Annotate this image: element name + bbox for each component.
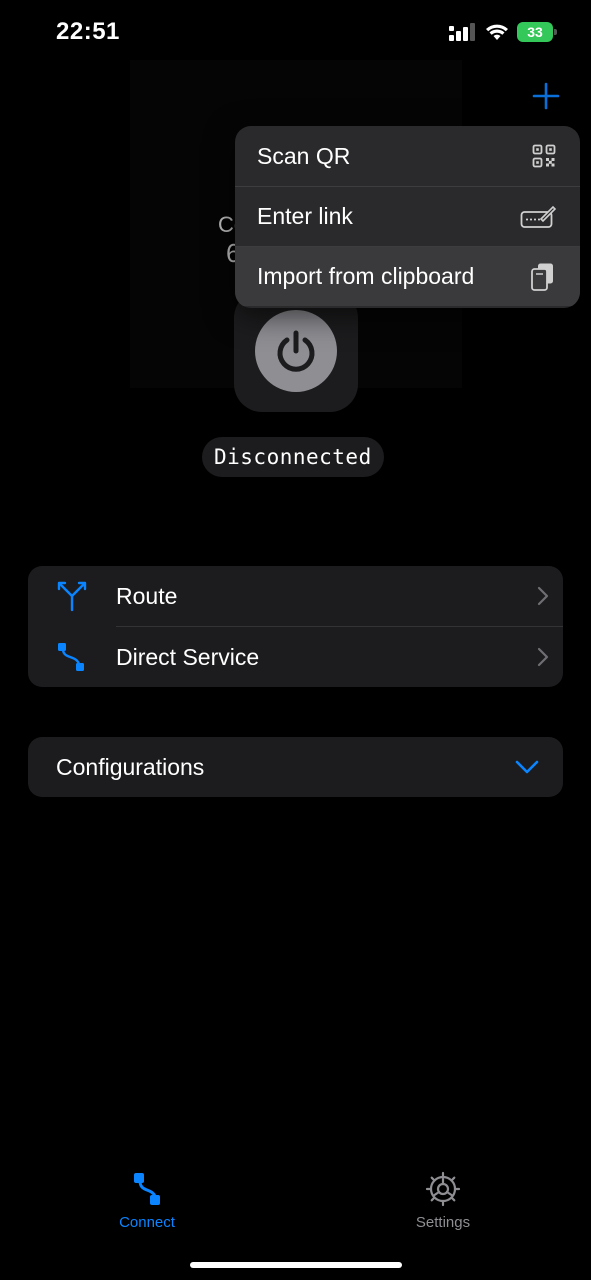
menu-item-label: Import from clipboard xyxy=(257,263,475,289)
power-icon xyxy=(277,330,315,372)
menu-item-label: Enter link xyxy=(257,203,353,229)
menu-item-import-clipboard[interactable]: Import from clipboard xyxy=(235,246,580,306)
chevron-right-icon xyxy=(537,647,549,667)
configurations-section[interactable]: Configurations xyxy=(28,737,563,797)
power-button[interactable] xyxy=(255,310,337,392)
configurations-label: Configurations xyxy=(56,753,205,780)
menu-item-scan-qr[interactable]: Scan QR xyxy=(235,126,580,186)
status-icons: 33 xyxy=(449,22,557,42)
direct-path-icon xyxy=(58,643,84,671)
connection-status-badge: Disconnected xyxy=(202,437,384,477)
gear-icon xyxy=(425,1171,461,1207)
chevron-right-icon xyxy=(537,586,549,606)
list-item-label: Direct Service xyxy=(116,643,260,670)
status-time: 22:51 xyxy=(56,18,120,45)
qr-code-icon xyxy=(532,144,556,168)
tab-settings[interactable]: Settings xyxy=(383,1170,503,1231)
add-plus-icon[interactable] xyxy=(528,78,564,114)
keyboard-link-icon xyxy=(520,205,556,228)
routing-list: Route Direct Service xyxy=(28,566,563,687)
list-item-route[interactable]: Route xyxy=(28,566,563,627)
tab-label: Connect xyxy=(119,1214,175,1231)
menu-item-label: Scan QR xyxy=(257,142,351,169)
wifi-icon xyxy=(486,24,508,40)
cellular-signal-icon xyxy=(449,23,475,41)
route-split-icon xyxy=(57,581,87,612)
add-config-menu: Scan QR Enter link Import from clipboard xyxy=(235,126,580,308)
list-item-direct-service[interactable]: Direct Service xyxy=(28,627,563,687)
chevron-down-icon[interactable] xyxy=(515,760,539,774)
list-item-label: Route xyxy=(116,582,178,609)
clipboard-icon xyxy=(531,263,553,291)
connect-path-icon xyxy=(134,1173,160,1205)
battery-indicator: 33 xyxy=(517,22,557,42)
home-indicator[interactable] xyxy=(190,1262,402,1268)
tab-connect[interactable]: Connect xyxy=(87,1170,207,1231)
tab-label: Settings xyxy=(415,1214,471,1231)
menu-item-enter-link[interactable]: Enter link xyxy=(235,186,580,246)
power-button-card[interactable] xyxy=(234,290,358,412)
